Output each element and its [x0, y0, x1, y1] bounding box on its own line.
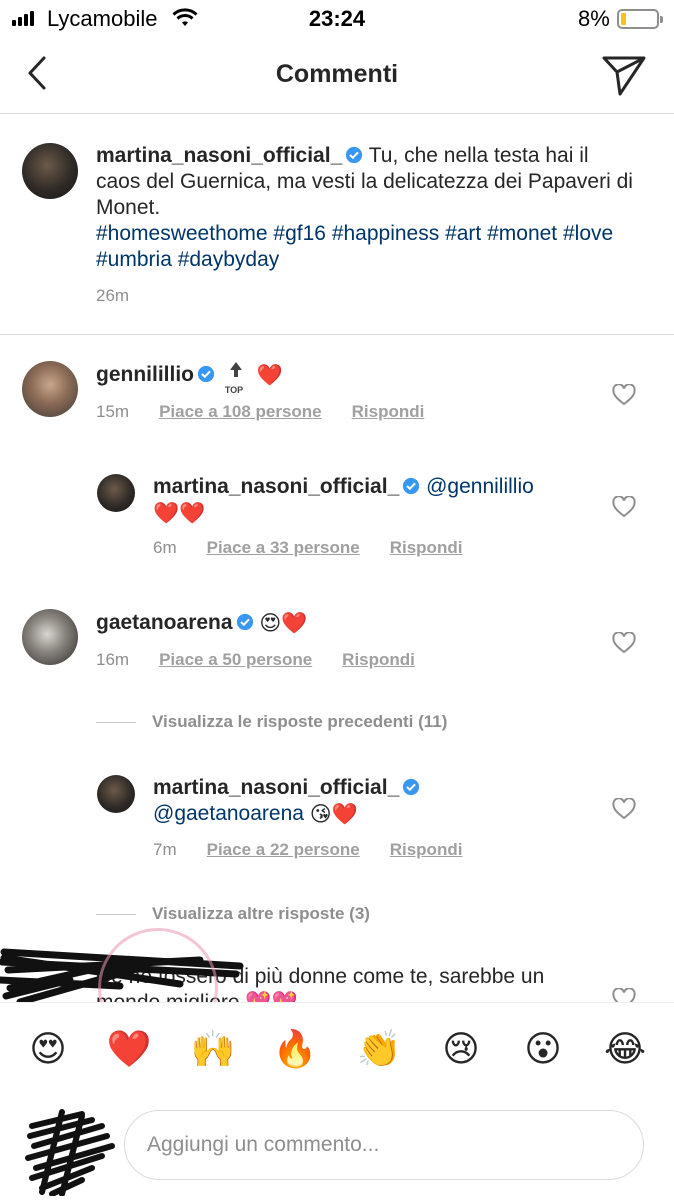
top-arrow-icon: TOP — [225, 362, 247, 395]
comment-meta: 16m Piace a 50 persone Rispondi — [96, 650, 415, 670]
comment-emoji: 😍❤️ — [259, 611, 308, 635]
emoji-heart-eyes[interactable]: 😍 — [24, 1031, 72, 1067]
comment-timestamp: 7m — [153, 840, 177, 859]
comment-composer — [0, 1098, 674, 1200]
verified-badge-icon — [346, 146, 363, 164]
likes-link[interactable]: Piace a 22 persone — [207, 840, 360, 860]
battery-icon — [617, 9, 663, 29]
status-bar: Lycamobile 23:24 8% — [0, 0, 674, 38]
comment-input[interactable] — [124, 1110, 644, 1180]
view-previous-replies-button[interactable]: Visualizza le risposte precedenti (11) — [96, 712, 447, 732]
divider — [96, 913, 136, 915]
comment-timestamp: 16m — [96, 650, 130, 669]
comment-body: martina_nasoni_official_ @gennilillio ❤️… — [153, 474, 593, 526]
comment-username[interactable]: gaetanoarena — [96, 611, 233, 634]
avatar[interactable] — [97, 775, 135, 813]
reply-button[interactable]: Rispondi — [390, 538, 463, 558]
reply-button[interactable]: Rispondi — [390, 840, 463, 860]
mention-link[interactable]: @gaetanoarena — [153, 802, 304, 825]
emoji-laughing[interactable]: 😂 — [601, 1031, 649, 1067]
divider — [96, 721, 136, 723]
likes-link[interactable]: Piace a 108 persone — [159, 402, 322, 422]
view-more-replies-label[interactable]: Visualizza altre risposte (3) — [152, 904, 370, 924]
comment-timestamp: 15m — [96, 402, 130, 421]
divider — [0, 334, 674, 335]
comment-emoji: 😘❤️ — [309, 802, 358, 826]
comment-body: martina_nasoni_official_ @gaetanoarena 😘… — [153, 775, 593, 827]
caption-hashtags[interactable]: #homesweethome #gf16 #happiness #art #mo… — [96, 222, 613, 271]
likes-link[interactable]: Piace a 50 persone — [159, 650, 312, 670]
avatar[interactable] — [97, 474, 135, 512]
post-caption: martina_nasoni_official_ Tu, che nella t… — [96, 143, 636, 273]
emoji-red-heart[interactable]: ❤️ — [105, 1031, 153, 1067]
reply-button[interactable]: Rispondi — [352, 402, 425, 422]
caption-timestamp: 26m — [96, 286, 130, 305]
verified-badge-icon — [197, 365, 215, 383]
avatar[interactable] — [22, 1106, 122, 1196]
heart-outline-icon[interactable] — [612, 798, 636, 820]
emoji-quick-bar: 😍 ❤️ 🙌 🔥 👏 😢 😮 😂 — [0, 1002, 674, 1098]
comment-username[interactable]: martina_nasoni_official_ — [153, 475, 399, 498]
comment-meta: 6m Piace a 33 persone Rispondi — [153, 538, 462, 558]
comment-emoji: ❤️❤️ — [153, 501, 206, 525]
emoji-crying[interactable]: 😢 — [437, 1031, 485, 1067]
comment-body: gennilillio TOP ❤️ — [96, 362, 283, 395]
comment-username[interactable]: gennilillio — [96, 363, 194, 386]
comment-meta: 15m Piace a 108 persone Rispondi — [96, 402, 424, 422]
view-more-replies-button[interactable]: Visualizza altre risposte (3) — [96, 904, 370, 924]
heart-outline-icon[interactable] — [612, 496, 636, 518]
avatar[interactable] — [22, 143, 78, 199]
nav-bar: Commenti — [0, 38, 674, 114]
emoji-fire[interactable]: 🔥 — [271, 1031, 319, 1067]
emoji-clap[interactable]: 👏 — [355, 1031, 403, 1067]
page-title: Commenti — [275, 60, 399, 88]
comment-meta: 7m Piace a 22 persone Rispondi — [153, 840, 462, 860]
heart-outline-icon[interactable] — [612, 632, 636, 654]
avatar[interactable] — [22, 361, 78, 417]
comment-body: gaetanoarena 😍❤️ — [96, 610, 307, 636]
comment-username[interactable]: martina_nasoni_official_ — [153, 776, 399, 799]
battery-percentage: 8% — [578, 6, 610, 31]
comment-timestamp: 6m — [153, 538, 177, 557]
verified-badge-icon — [403, 778, 420, 796]
clock: 23:24 — [308, 6, 366, 31]
emoji-raised-hands[interactable]: 🙌 — [189, 1031, 237, 1067]
view-previous-replies-label[interactable]: Visualizza le risposte precedenti (11) — [152, 712, 447, 732]
avatar[interactable] — [22, 609, 78, 665]
caption-username[interactable]: martina_nasoni_official_ — [96, 144, 342, 167]
mention-link[interactable]: @gennilillio — [426, 475, 534, 498]
likes-link[interactable]: Piace a 33 persone — [207, 538, 360, 558]
heart-outline-icon[interactable] — [612, 384, 636, 406]
reply-button[interactable]: Rispondi — [342, 650, 415, 670]
paper-plane-icon[interactable] — [600, 52, 648, 98]
emoji-surprised[interactable]: 😮 — [519, 1031, 567, 1067]
verified-badge-icon — [236, 613, 253, 631]
verified-badge-icon — [403, 477, 420, 495]
comment-emoji: ❤️ — [256, 363, 283, 387]
